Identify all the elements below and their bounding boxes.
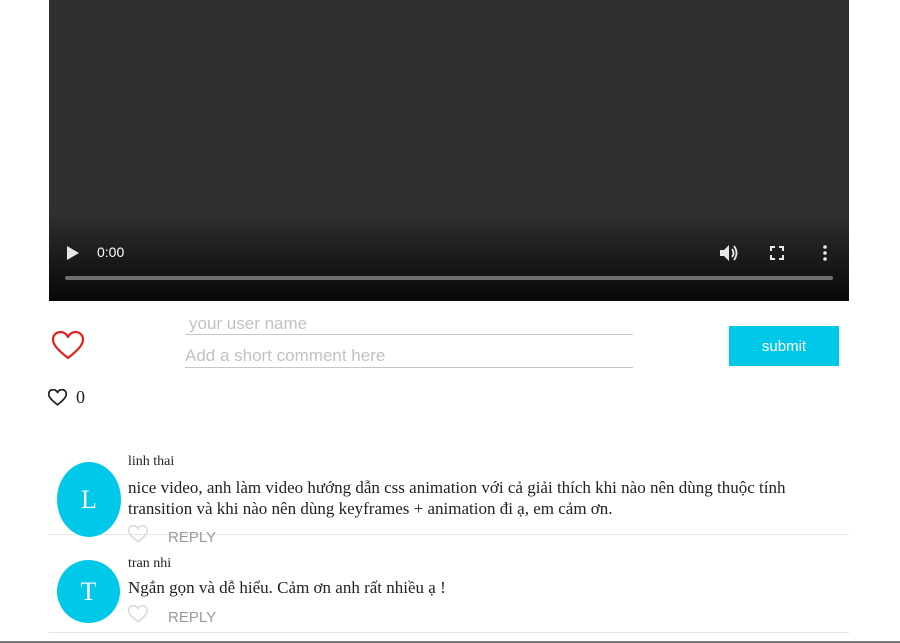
play-icon[interactable] — [66, 245, 80, 261]
username-input[interactable] — [185, 313, 633, 335]
comment-author: linh thai — [128, 454, 175, 469]
comment-author: tran nhi — [128, 556, 172, 571]
avatar: T — [57, 560, 120, 623]
submit-button[interactable]: submit — [729, 326, 839, 366]
progress-bar[interactable] — [65, 276, 833, 280]
heart-outline-icon — [51, 330, 85, 360]
comment-text: nice video, anh làm video hướng dẫn css … — [128, 478, 786, 518]
comment-text: Ngắn gọn và dễ hiểu. Cảm ơn anh rất nhiề… — [128, 578, 446, 597]
like-button[interactable] — [51, 330, 85, 360]
fullscreen-icon[interactable] — [770, 246, 784, 260]
like-count: 0 — [76, 387, 85, 407]
more-options-icon[interactable] — [822, 245, 828, 261]
comment-item: L linh thai nice video, anh làm video hư… — [49, 450, 849, 546]
comment-item: T tran nhi Ngắn gọn và dễ hiểu. Cảm ơn a… — [49, 552, 849, 633]
reply-button[interactable]: REPLY — [168, 609, 216, 626]
comment-input[interactable] — [185, 345, 633, 368]
reply-button[interactable]: REPLY — [168, 529, 216, 546]
avatar: L — [57, 462, 121, 537]
heart-outline-icon[interactable] — [127, 604, 149, 623]
video-player[interactable]: 0:00 — [49, 0, 849, 301]
heart-outline-icon[interactable] — [127, 524, 149, 543]
time-display: 0:00 — [97, 244, 125, 260]
volume-icon[interactable] — [719, 244, 739, 262]
heart-outline-icon — [47, 388, 68, 406]
